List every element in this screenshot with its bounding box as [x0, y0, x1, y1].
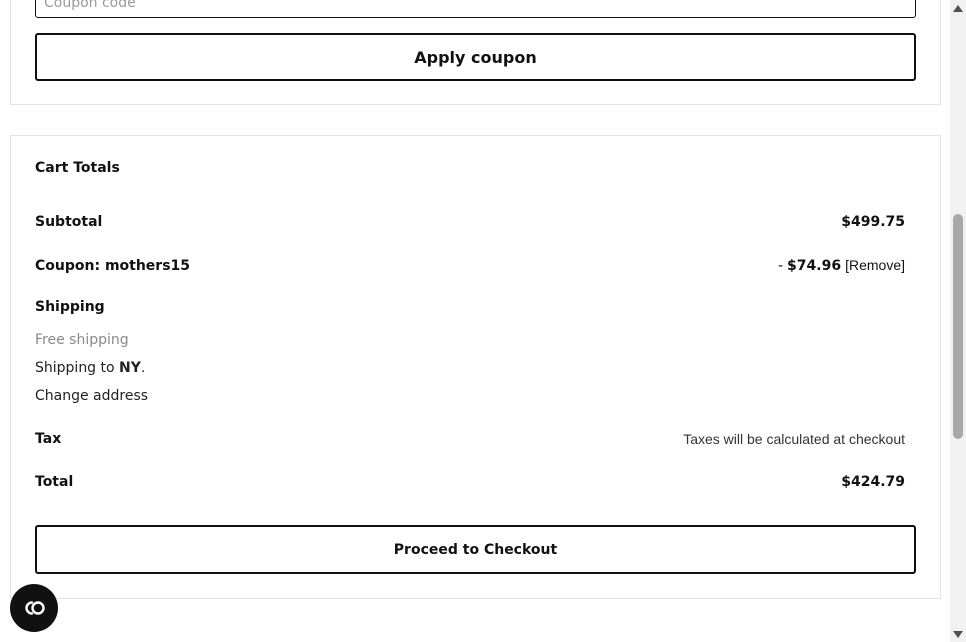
subtotal-row: Subtotal $499.75	[35, 214, 905, 230]
apply-coupon-button[interactable]: Apply coupon	[35, 33, 916, 81]
shipping-destination: Shipping to NY.	[35, 360, 145, 376]
shipping-state: NY	[119, 360, 141, 376]
cart-totals-title: Cart Totals	[35, 160, 120, 176]
subtotal-label: Subtotal	[35, 214, 103, 230]
vertical-scrollbar[interactable]	[950, 0, 966, 642]
scroll-down-icon[interactable]	[950, 626, 966, 642]
total-value: $424.79	[841, 474, 905, 490]
shipping-to-prefix: Shipping to	[35, 360, 120, 376]
proceed-to-checkout-button[interactable]: Proceed to Checkout	[35, 525, 916, 574]
shipping-label: Shipping	[35, 299, 105, 315]
shipping-row: Shipping	[35, 299, 905, 315]
tax-label: Tax	[35, 431, 62, 447]
shipping-method: Free shipping	[35, 332, 129, 348]
coupon-discount: - $74.96 [Remove]	[778, 257, 905, 274]
total-row: Total $424.79	[35, 474, 905, 490]
total-label: Total	[35, 474, 74, 490]
coupon-label: Coupon: mothers15	[35, 257, 191, 274]
page-viewport: Apply coupon Cart Totals Subtotal $499.7…	[0, 0, 950, 642]
coupon-amount: $74.96	[787, 258, 842, 274]
shipping-to-suffix: .	[140, 360, 146, 376]
coupon-row: Coupon: mothers15 - $74.96 [Remove]	[35, 257, 905, 274]
cart-totals-card: Cart Totals Subtotal $499.75 Coupon: mot…	[10, 135, 941, 599]
chat-button[interactable]	[10, 584, 58, 632]
chat-logo-icon	[25, 601, 45, 615]
coupon-card: Apply coupon	[10, 0, 941, 105]
remove-coupon-link[interactable]: [Remove]	[845, 257, 905, 273]
tax-note: Taxes will be calculated at checkout	[683, 431, 905, 447]
subtotal-value: $499.75	[841, 214, 905, 230]
scroll-up-icon[interactable]	[950, 0, 966, 16]
coupon-code-input[interactable]	[35, 0, 916, 18]
scrollbar-thumb[interactable]	[953, 214, 963, 439]
change-address-link[interactable]: Change address	[35, 388, 148, 404]
coupon-minus-sign: -	[777, 258, 784, 274]
tax-row: Tax Taxes will be calculated at checkout	[35, 431, 905, 447]
